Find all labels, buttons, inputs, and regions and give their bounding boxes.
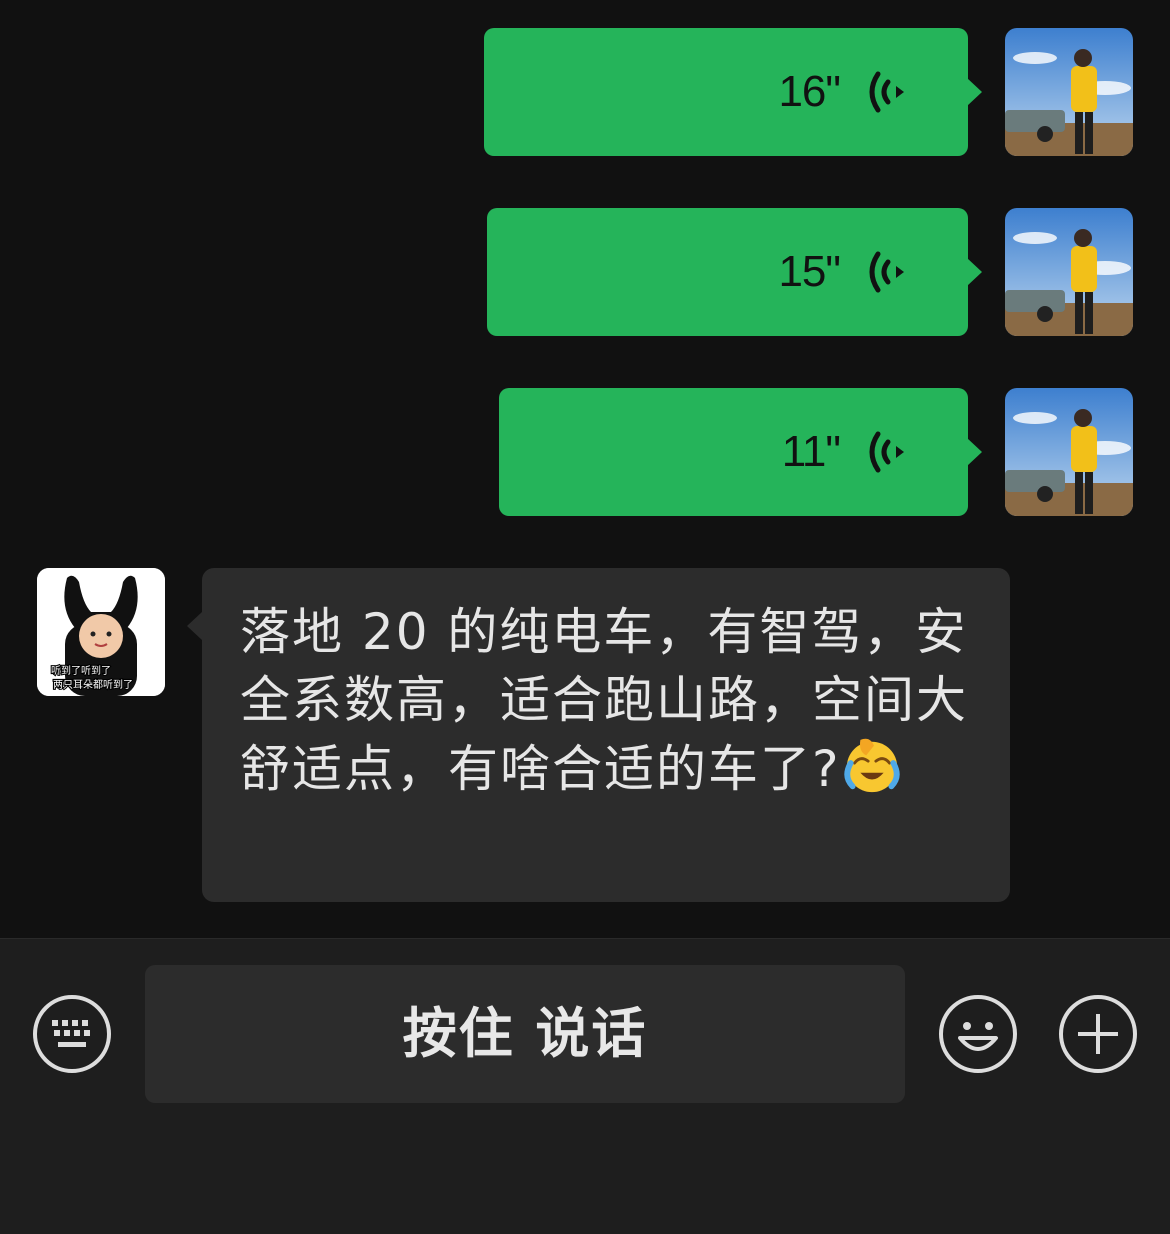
voice-duration: 11" [781, 427, 841, 476]
chat-message-list: 16" 15" 11" 听到了听到了 两只耳朵都听到了 落地 20 的纯电车，有… [0, 0, 1170, 938]
user-avatar-photo[interactable] [1005, 28, 1133, 156]
voice-message-bubble[interactable]: 15" [487, 208, 982, 336]
user-avatar-photo[interactable] [1005, 388, 1133, 516]
message-text-container: 落地 20 的纯电车，有智驾，安全系数高，适合跑山路，空间大舒适点，有啥合适的车… [240, 598, 980, 803]
text-message-bubble[interactable]: 落地 20 的纯电车，有智驾，安全系数高，适合跑山路，空间大舒适点，有啥合适的车… [187, 568, 1010, 902]
user-avatar-photo[interactable] [1005, 208, 1133, 336]
sticker-caption: 两只耳朵都听到了 [53, 679, 133, 691]
voice-duration: 16" [778, 67, 841, 116]
hold-to-talk-button[interactable]: 按住 说话 [145, 965, 905, 1103]
voice-wave-icon [869, 71, 904, 113]
voice-message-bubble[interactable]: 11" [499, 388, 982, 516]
plus-icon[interactable] [1058, 994, 1138, 1074]
input-toolbar: 按住 说话 [0, 938, 1170, 1234]
keyboard-icon[interactable] [32, 994, 112, 1074]
sticker-caption: 听到了听到了 [51, 665, 111, 677]
face-with-tears-emoji [843, 738, 900, 793]
voice-duration: 15" [778, 247, 841, 296]
contact-avatar-sticker[interactable]: 听到了听到了 两只耳朵都听到了 [37, 568, 165, 696]
voice-wave-icon [869, 431, 904, 473]
voice-message-bubble[interactable]: 16" [484, 28, 982, 156]
smiley-icon[interactable] [938, 994, 1018, 1074]
voice-wave-icon [869, 251, 904, 293]
